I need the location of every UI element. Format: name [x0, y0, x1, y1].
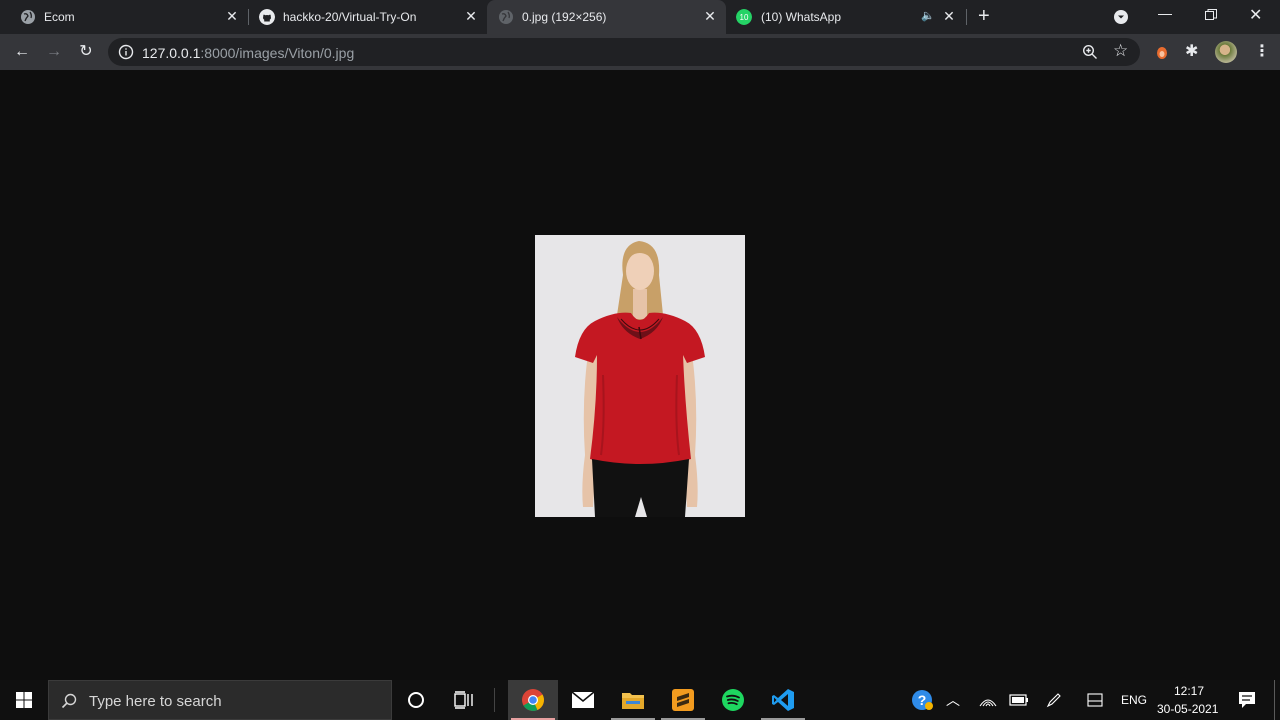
- task-view-icon[interactable]: [454, 691, 474, 709]
- url-host: 127.0.0.1: [142, 45, 201, 61]
- zoom-icon[interactable]: [1082, 44, 1098, 60]
- sublime-text-icon: [672, 689, 694, 711]
- new-tab-icon[interactable]: +: [978, 5, 990, 27]
- taskbar-sublime[interactable]: [658, 680, 708, 720]
- spotify-icon: [722, 689, 744, 711]
- bookmark-star-icon[interactable]: ☆: [1113, 41, 1128, 61]
- model-photo[interactable]: [535, 235, 745, 517]
- windows-start-icon[interactable]: [16, 692, 32, 708]
- chrome-icon: [522, 689, 544, 711]
- taskbar-file-explorer[interactable]: [608, 680, 658, 720]
- notifications-icon[interactable]: [1238, 691, 1256, 709]
- restore-icon[interactable]: [1205, 9, 1217, 21]
- cortana-icon[interactable]: [407, 691, 425, 709]
- clock-time[interactable]: 12:17: [1174, 684, 1204, 698]
- url-path: :8000/images/Viton/0.jpg: [200, 45, 355, 61]
- tab-title: (10) WhatsApp: [761, 10, 842, 24]
- image-viewer: [0, 70, 1280, 680]
- show-hidden-icons-icon[interactable]: ︿: [946, 690, 960, 710]
- tab-search-icon[interactable]: [1113, 9, 1129, 25]
- svg-text:?: ?: [918, 692, 927, 708]
- speaker-icon[interactable]: 🔈: [921, 9, 935, 22]
- menu-kebab-icon[interactable]: ⋮: [1254, 41, 1270, 61]
- taskbar-divider: [494, 688, 495, 712]
- battery-icon[interactable]: [1009, 694, 1029, 706]
- tab-ecom[interactable]: Ecom ✕: [0, 0, 248, 34]
- whatsapp-icon: 10: [736, 9, 752, 25]
- address-bar[interactable]: 127.0.0.1:8000/images/Viton/0.jpg ☆: [108, 38, 1140, 66]
- language-indicator[interactable]: ENG: [1121, 693, 1147, 707]
- keyboard-icon[interactable]: [1087, 693, 1103, 707]
- folder-icon: [622, 693, 644, 709]
- close-window-icon[interactable]: ✕: [1249, 5, 1262, 25]
- reload-icon[interactable]: ↻: [74, 40, 98, 64]
- tab-title: hackko-20/Virtual-Try-On: [283, 10, 417, 24]
- extension-icon-orange[interactable]: [1154, 44, 1170, 60]
- url-text[interactable]: 127.0.0.1:8000/images/Viton/0.jpg: [142, 45, 354, 61]
- avatar[interactable]: [1215, 41, 1237, 63]
- close-icon[interactable]: ✕: [463, 8, 479, 24]
- globe-icon: [499, 10, 513, 24]
- github-icon: [259, 9, 275, 25]
- info-icon[interactable]: [118, 44, 134, 60]
- taskbar-spotify[interactable]: [708, 680, 758, 720]
- tab-strip: Ecom ✕ hackko-20/Virtual-Try-On ✕ 0.jpg …: [0, 0, 1280, 34]
- taskbar-mail[interactable]: [558, 680, 608, 720]
- wifi-icon[interactable]: [979, 694, 997, 708]
- tab-title: Ecom: [44, 10, 75, 24]
- tab-image[interactable]: 0.jpg (192×256) ✕: [487, 0, 726, 34]
- taskbar-chrome[interactable]: [508, 680, 558, 720]
- search-icon: [61, 693, 77, 709]
- globe-icon: [21, 10, 35, 24]
- taskbar-search-box[interactable]: Type here to search: [48, 680, 392, 720]
- extensions-puzzle-icon[interactable]: ✱: [1185, 41, 1198, 61]
- close-icon[interactable]: ✕: [702, 8, 718, 24]
- close-icon[interactable]: ✕: [941, 8, 957, 24]
- pen-icon[interactable]: [1046, 692, 1062, 708]
- tab-badge: 10: [740, 13, 749, 22]
- tab-whatsapp[interactable]: 10 (10) WhatsApp 🔈 ✕: [726, 0, 966, 34]
- help-icon[interactable]: ?: [911, 689, 933, 711]
- minimize-icon[interactable]: [1158, 14, 1172, 15]
- vscode-icon: [772, 689, 794, 711]
- back-icon[interactable]: ←: [10, 40, 34, 64]
- show-desktop-button[interactable]: [1274, 680, 1275, 720]
- tab-divider: [966, 9, 967, 25]
- tab-github[interactable]: hackko-20/Virtual-Try-On ✕: [248, 0, 487, 34]
- windows-taskbar: Type here to search ? ︿ ENG 12:17 30-05-…: [0, 680, 1280, 720]
- forward-icon[interactable]: →: [42, 40, 66, 64]
- browser-toolbar: ← → ↻ 127.0.0.1:8000/images/Viton/0.jpg …: [0, 34, 1280, 70]
- clock-date[interactable]: 30-05-2021: [1157, 702, 1218, 716]
- tab-title: 0.jpg (192×256): [522, 10, 607, 24]
- close-icon[interactable]: ✕: [224, 8, 240, 24]
- search-placeholder: Type here to search: [89, 693, 222, 710]
- mail-icon: [571, 691, 595, 708]
- taskbar-vscode[interactable]: [758, 680, 808, 720]
